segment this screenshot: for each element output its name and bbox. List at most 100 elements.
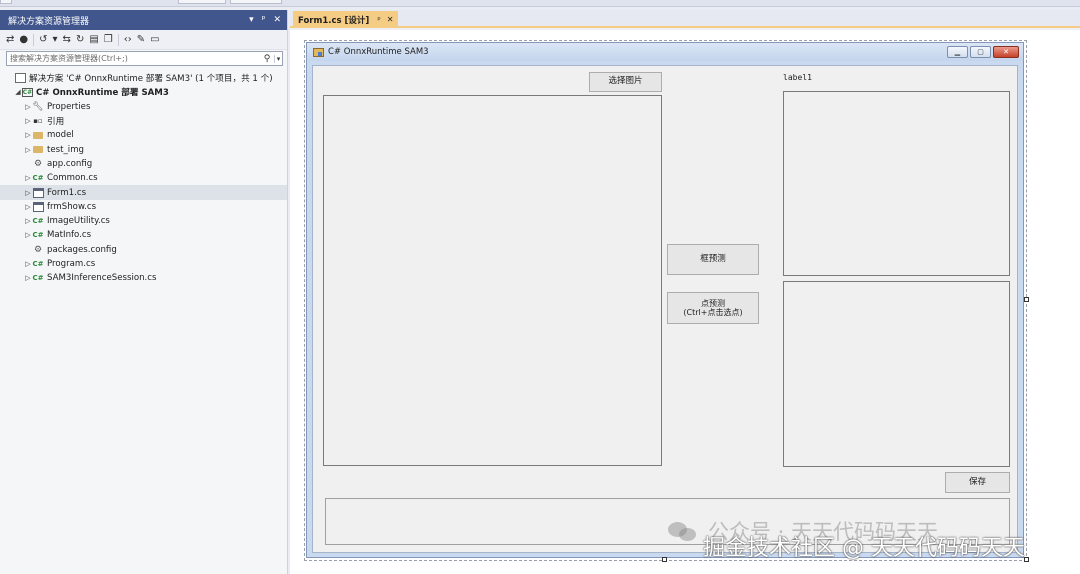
tree-item-label: packages.config [47,244,117,255]
properties-icon[interactable]: ✎ [137,34,145,45]
tree-item-label: ImageUtility.cs [47,216,110,227]
maximize-icon[interactable]: ▢ [970,46,991,58]
tab-form1-design[interactable]: Form1.cs [设计] ᵖ ✕ [293,11,398,28]
tree-item-app-config[interactable]: ⚙ app.config [0,157,287,171]
pending-changes-icon[interactable]: ⇆ [63,34,71,45]
resize-handle[interactable] [662,557,667,562]
collapsed-arrow-icon[interactable]: ▷ [24,217,32,225]
toolbar-stub[interactable] [178,0,226,4]
collapsed-arrow-icon[interactable]: ▷ [24,174,32,182]
result-image-picturebox[interactable] [783,91,1010,276]
tree-item-frmshow-cs[interactable]: ▷ frmShow.cs [0,200,287,214]
watermark-juejin: 掘金技术社区 @ 天天代码码天天 [703,536,1025,561]
form-designer-surface: C# OnnxRuntime SAM3 ▁ ▢ ✕ 选择图片 框预测 点预测 (… [290,30,1080,574]
tree-item-references[interactable]: ▷ ▪▫ 引用 [0,114,287,128]
tree-item-label: app.config [47,158,93,169]
collapsed-arrow-icon[interactable]: ▷ [24,117,32,125]
preview-icon[interactable]: ▭ [150,34,159,45]
dropdown-icon[interactable]: ▾ [53,34,58,45]
input-image-picturebox[interactable] [323,95,662,466]
app-icon [313,47,324,57]
show-all-files-icon[interactable]: ❐ [104,34,113,45]
search-input[interactable] [10,54,260,63]
csharp-file-icon: C# [32,231,44,240]
form-file-icon [32,202,44,212]
tree-item-label: 引用 [47,117,65,128]
tree-item-label: MatInfo.cs [47,230,92,241]
form-window[interactable]: C# OnnxRuntime SAM3 ▁ ▢ ✕ 选择图片 框预测 点预测 (… [306,42,1024,558]
close-tab-icon[interactable]: ✕ [387,15,394,24]
toolbar-stub[interactable] [230,0,282,4]
wechat-icon [668,520,698,542]
view-code-icon[interactable]: ‹› [124,34,132,45]
references-icon: ▪▫ [33,117,43,126]
form-title-bar: C# OnnxRuntime SAM3 ▁ ▢ ✕ [307,43,1023,61]
pin-icon[interactable]: ᵖ [377,15,380,24]
toolbar-stub[interactable] [0,0,12,4]
csharp-file-icon: C# [32,217,44,226]
tree-item-label: C# OnnxRuntime 部署 SAM3 [36,88,169,99]
solution-tree: 解决方案 'C# OnnxRuntime 部署 SAM3' (1 个项目，共 1… [0,71,287,285]
solution-explorer-search[interactable]: ⚲ ▾ [6,51,283,66]
collapsed-arrow-icon[interactable]: ▷ [24,274,32,282]
sync-icon[interactable]: ⇄ [6,34,14,45]
toolbar-separator [117,33,119,46]
top-toolbar-strip [0,0,1080,7]
tree-item-matinfo-cs[interactable]: ▷ C# MatInfo.cs [0,228,287,242]
folder-icon [32,130,44,140]
tree-item-label: model [47,130,74,141]
tree-item-label: Properties [47,101,91,112]
pin-icon[interactable]: ᵖ [262,15,266,25]
csharp-file-icon: C# [32,274,44,283]
collapsed-arrow-icon[interactable]: ▷ [24,260,32,268]
tree-item-label: Program.cs [47,259,96,269]
collapsed-arrow-icon[interactable]: ▷ [24,131,32,139]
solution-icon [14,73,26,83]
close-icon[interactable]: ✕ [273,15,281,25]
solution-explorer-title: 解决方案资源管理器 [8,16,90,27]
tree-item-packages-config[interactable]: ⚙ packages.config [0,243,287,257]
save-button[interactable]: 保存 [945,472,1010,493]
tree-item-program-cs[interactable]: ▷ C# Program.cs [0,257,287,271]
csharp-file-icon: C# [32,174,44,183]
solution-explorer-title-bar: 解决方案资源管理器 ▾ ᵖ ✕ [0,10,287,30]
resize-handle[interactable] [1024,297,1029,302]
dropdown-icon[interactable]: ▾ [249,15,254,25]
home-icon[interactable]: ● [19,34,28,45]
tree-item-common-cs[interactable]: ▷ C# Common.cs [0,171,287,185]
collapsed-arrow-icon[interactable]: ▷ [24,146,32,154]
tree-item-model[interactable]: ▷ model [0,128,287,142]
search-options-icon[interactable]: ▾ [274,54,282,63]
tree-item-form1-cs[interactable]: ▷ Form1.cs [0,185,287,200]
tree-item-imageutility-cs[interactable]: ▷ C# ImageUtility.cs [0,214,287,228]
tree-item-test-img[interactable]: ▷ test_img [0,142,287,156]
tree-item-sam3inferencesession-cs[interactable]: ▷ C# SAM3InferenceSession.cs [0,271,287,285]
expanded-arrow-icon[interactable]: ◢ [14,88,22,96]
point-predict-button[interactable]: 点预测 (Ctrl+点击选点) [667,292,759,324]
document-area: Form1.cs [设计] ᵖ ✕ C# OnnxRuntime SAM3 ▁ … [290,10,1080,574]
collapsed-arrow-icon[interactable]: ▷ [24,103,32,111]
refresh-icon[interactable]: ↻ [76,34,84,45]
collapsed-arrow-icon[interactable]: ▷ [24,189,32,197]
collapsed-arrow-icon[interactable]: ▷ [24,203,32,211]
tree-item-label: frmShow.cs [47,201,97,212]
collapse-all-icon[interactable]: ▤ [89,34,98,45]
collapsed-arrow-icon[interactable]: ▷ [24,231,32,239]
mask-image-picturebox[interactable] [783,281,1010,467]
search-icon[interactable]: ⚲ [260,54,274,64]
select-image-button[interactable]: 选择图片 [589,72,662,92]
folder-icon [32,145,44,155]
tree-item-properties[interactable]: ▷ 🔧︎ Properties [0,100,287,114]
tree-item-project[interactable]: ◢ C# C# OnnxRuntime 部署 SAM3 [0,85,287,99]
config-file-icon: ⚙ [33,244,43,255]
form-file-icon [32,188,44,198]
box-predict-button[interactable]: 框预测 [667,244,759,275]
minimize-icon[interactable]: ▁ [947,46,968,58]
tree-item-label: 解决方案 'C# OnnxRuntime 部署 SAM3' (1 个项目，共 1… [29,74,273,85]
history-icon[interactable]: ↺ [39,34,47,45]
close-icon[interactable]: ✕ [993,46,1019,58]
tree-item-label: Common.cs [47,173,98,184]
tree-item-label: SAM3InferenceSession.cs [47,273,157,284]
tree-item-solution[interactable]: 解决方案 'C# OnnxRuntime 部署 SAM3' (1 个项目，共 1… [0,71,287,85]
csharp-file-icon: C# [32,260,44,268]
